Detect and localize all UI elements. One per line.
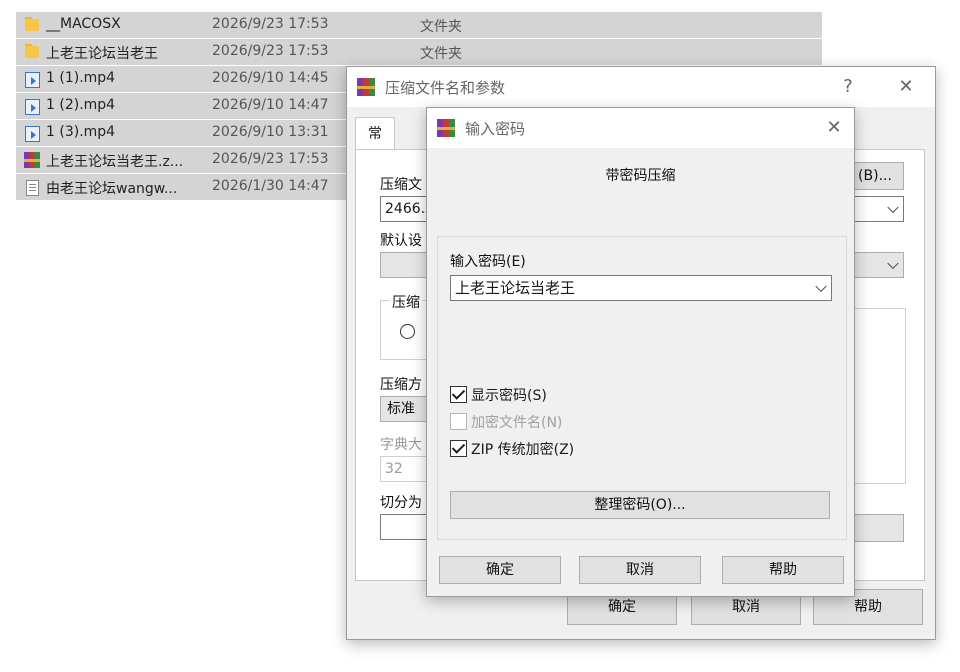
file-row-text[interactable]: 由老王论坛wangw... 2026/1/30 14:47 — [16, 174, 356, 200]
password-dialog-title: 输入密码 — [465, 120, 526, 138]
archive-format-label: 压缩 — [390, 292, 422, 312]
file-name: 1 (1).mp4 — [46, 70, 116, 86]
archive-dialog-title: 压缩文件名和参数 — [385, 79, 506, 97]
password-heading: 带密码压缩 — [605, 168, 676, 184]
method-label: 压缩方 — [380, 377, 422, 393]
password-ok-button[interactable]: 确定 — [439, 556, 561, 584]
zip-legacy-label: ZIP 传统加密(Z) — [471, 442, 575, 458]
video-file-icon — [24, 98, 40, 115]
checkbox-checked-icon — [450, 386, 467, 403]
show-password-checkbox[interactable]: 显示密码(S) — [450, 385, 547, 405]
help-icon[interactable]: ? — [833, 73, 863, 101]
rar-archive-icon — [24, 152, 40, 168]
file-date: 2026/9/23 17:53 — [212, 16, 329, 32]
file-name: __MACOSX — [46, 16, 121, 32]
password-cancel-button[interactable]: 取消 — [579, 556, 701, 584]
file-type: 文件夹 — [420, 19, 462, 35]
file-row-folder[interactable]: 上老王论坛当老王 2026/9/23 17:53 文件夹 — [16, 39, 822, 65]
chevron-down-icon — [887, 257, 899, 270]
file-name: 上老王论坛当老王.z... — [46, 154, 184, 170]
file-date: 2026/9/10 14:45 — [212, 70, 329, 86]
file-name: 上老王论坛当老王 — [46, 46, 158, 62]
winrar-icon — [437, 119, 455, 137]
password-dialog-titlebar[interactable]: 输入密码 ✕ — [427, 108, 854, 148]
file-name: 1 (3).mp4 — [46, 124, 116, 140]
file-name: 由老王论坛wangw... — [46, 181, 178, 197]
password-label: 输入密码(E) — [450, 254, 526, 270]
video-file-icon — [24, 125, 40, 142]
file-date: 2026/9/10 14:47 — [212, 97, 329, 113]
archive-name-label: 压缩文 — [380, 177, 422, 193]
checkbox-unchecked-icon — [450, 413, 467, 430]
archive-dialog-titlebar[interactable]: 压缩文件名和参数 ? ✕ — [347, 67, 935, 107]
password-dialog: 输入密码 ✕ 带密码压缩 输入密码(E) 上老王论坛当老王 显示密码(S) 加密… — [426, 107, 855, 597]
organize-passwords-button[interactable]: 整理密码(O)... — [450, 491, 830, 519]
dictionary-label: 字典大 — [380, 437, 422, 453]
file-date: 2026/9/23 17:53 — [212, 151, 329, 167]
chevron-down-icon — [887, 201, 899, 214]
zip-legacy-encryption-checkbox[interactable]: ZIP 传统加密(Z) — [450, 439, 574, 459]
file-date: 2026/1/30 14:47 — [212, 178, 329, 194]
show-password-label: 显示密码(S) — [471, 388, 547, 404]
text-file-icon — [24, 179, 40, 196]
chevron-down-icon — [815, 280, 827, 293]
folder-icon — [24, 44, 40, 60]
password-value: 上老王论坛当老王 — [455, 279, 576, 297]
file-row-macosx[interactable]: __MACOSX 2026/9/23 17:53 文件夹 — [16, 12, 822, 38]
options-group — [854, 308, 906, 484]
file-type: 文件夹 — [420, 46, 462, 62]
file-date: 2026/9/23 17:53 — [212, 43, 329, 59]
password-group: 输入密码(E) 上老王论坛当老王 显示密码(S) 加密文件名(N) ZIP 传统… — [437, 236, 847, 540]
checkbox-checked-icon — [450, 440, 467, 457]
default-profile-label: 默认设 — [380, 233, 422, 249]
tab-general[interactable]: 常规 — [355, 117, 395, 174]
folder-icon — [24, 17, 40, 33]
encrypt-filenames-checkbox[interactable]: 加密文件名(N) — [450, 412, 562, 432]
winrar-icon — [357, 78, 375, 96]
close-icon[interactable]: ✕ — [891, 73, 921, 101]
password-help-button[interactable]: 帮助 — [722, 556, 844, 584]
encrypt-filenames-label: 加密文件名(N) — [471, 415, 563, 431]
format-radio[interactable] — [400, 324, 415, 339]
file-name: 1 (2).mp4 — [46, 97, 116, 113]
split-label: 切分为 — [380, 495, 422, 511]
password-field[interactable]: 上老王论坛当老王 — [450, 275, 832, 301]
file-date: 2026/9/10 13:31 — [212, 124, 329, 140]
close-icon[interactable]: ✕ — [819, 114, 849, 142]
video-file-icon — [24, 71, 40, 88]
